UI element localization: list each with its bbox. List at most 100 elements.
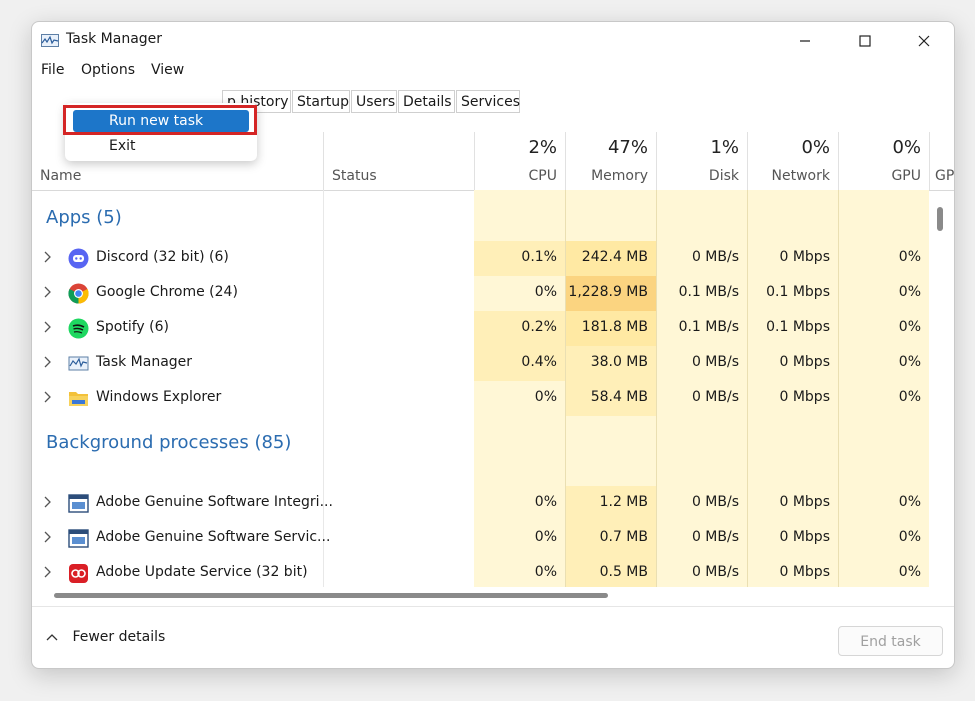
process-network: 0.1 Mbps [766,284,830,300]
process-network: 0 Mbps [779,354,830,370]
chevron-right-icon[interactable] [42,390,52,404]
chevron-right-icon[interactable] [42,530,52,544]
cpu-label: CPU [528,168,557,184]
memory-total: 47% [607,137,648,158]
process-disk: 0 MB/s [691,249,739,265]
process-name: Discord (32 bit) (6) [96,249,229,265]
process-disk: 0 MB/s [691,389,739,405]
process-network: 0 Mbps [779,494,830,510]
folder-icon [68,388,89,409]
column-gpu[interactable]: 0% GPU [838,132,929,190]
maximize-icon [859,35,871,47]
chevron-right-icon[interactable] [42,495,52,509]
app-window-icon [68,493,89,514]
column-disk[interactable]: 1% Disk [656,132,747,190]
process-network: 0 Mbps [779,529,830,545]
column-cpu[interactable]: 2% CPU [474,132,565,190]
process-name: Windows Explorer [96,389,222,405]
process-name: Task Manager [96,354,193,370]
process-row[interactable]: Google Chrome (24) 0% 1,228.9 MB 0.1 MB/s 0.… [32,276,930,311]
process-row[interactable]: Adobe Genuine Software Servic... 0% 0.7 MB… [32,521,930,556]
process-cpu: 0% [534,284,557,300]
column-memory[interactable]: 47% Memory [565,132,656,190]
maximize-button[interactable] [835,22,895,60]
process-name: Spotify (6) [96,319,169,335]
process-gpu: 0% [898,319,921,335]
close-icon [918,35,930,47]
minimize-icon [800,40,810,42]
adobe-cc-icon [68,563,89,584]
process-cpu: 0% [534,494,557,510]
tab-details[interactable]: Details [398,90,455,113]
process-gpu: 0% [898,284,921,300]
chevron-right-icon[interactable] [42,355,52,369]
process-network: 0 Mbps [779,564,830,580]
tab-services[interactable]: Services [456,90,520,113]
tab-users[interactable]: Users [351,90,397,113]
task-manager-icon [41,34,59,47]
group-apps-title: Apps (5) [46,207,122,228]
menu-options[interactable]: Options [81,62,135,78]
cpu-total: 2% [528,137,557,158]
tab-startup[interactable]: Startup [292,90,350,113]
gpu-engine-label: GP [935,168,955,184]
close-button[interactable] [894,22,954,60]
menu-item-exit[interactable]: Exit [73,135,249,157]
process-name: Adobe Genuine Software Integri... [96,494,333,510]
process-memory: 181.8 MB [581,319,648,335]
footer: Fewer details End task [32,606,954,668]
process-name: Adobe Genuine Software Servic... [96,529,331,545]
process-network: 0 Mbps [779,389,830,405]
end-task-button[interactable]: End task [838,626,943,656]
process-gpu: 0% [898,564,921,580]
column-name[interactable]: Name [40,168,81,184]
process-row[interactable]: Discord (32 bit) (6) 0.1% 242.4 MB 0 MB/s 0 … [32,241,930,276]
process-disk: 0.1 MB/s [678,284,739,300]
process-disk: 0 MB/s [691,494,739,510]
gpu-total: 0% [892,137,921,158]
process-row[interactable]: Windows Explorer 0% 58.4 MB 0 MB/s 0 Mbps 0% [32,381,930,416]
chrome-icon [68,283,89,304]
process-row[interactable]: Task Manager 0.4% 38.0 MB 0 MB/s 0 Mbps 0% [32,346,930,381]
disk-label: Disk [708,168,739,184]
process-memory: 1,228.9 MB [568,284,648,300]
process-network: 0 Mbps [779,249,830,265]
process-row[interactable]: Spotify (6) 0.2% 181.8 MB 0.1 MB/s 0.1 Mbps 0… [32,311,930,346]
network-label: Network [771,168,830,184]
network-total: 0% [801,137,830,158]
column-gpu-engine[interactable]: GP [929,132,955,190]
process-row[interactable]: Adobe Update Service (32 bit) 0% 0.5 MB 0 M… [32,556,930,587]
process-cpu: 0.4% [521,354,557,370]
process-row[interactable]: Adobe Genuine Software Integri... 0% 1.2 M… [32,486,930,521]
group-background-title: Background processes (85) [46,432,292,453]
menu-view[interactable]: View [151,62,184,78]
process-cpu: 0.2% [521,319,557,335]
menu-bar: File Options View [32,60,954,84]
chevron-right-icon[interactable] [42,285,52,299]
chevron-up-icon [46,634,58,641]
app-window-icon [68,528,89,549]
process-disk: 0 MB/s [691,354,739,370]
fewer-details-label: Fewer details [72,629,166,645]
process-gpu: 0% [898,354,921,370]
column-network[interactable]: 0% Network [747,132,838,190]
process-disk: 0.1 MB/s [678,319,739,335]
memory-label: Memory [591,168,648,184]
process-name: Adobe Update Service (32 bit) [96,564,308,580]
chevron-right-icon[interactable] [42,250,52,264]
process-list: Apps (5) Discord (32 bit) (6) 0.1% 242.4 M… [32,190,930,587]
menu-file[interactable]: File [41,62,64,78]
horizontal-scrollbar-thumb[interactable] [54,593,608,598]
chevron-right-icon[interactable] [42,320,52,334]
process-disk: 0 MB/s [691,564,739,580]
chevron-right-icon[interactable] [42,565,52,579]
process-memory: 1.2 MB [599,494,648,510]
fewer-details-toggle[interactable]: Fewer details [46,629,165,645]
process-memory: 0.5 MB [599,564,648,580]
process-gpu: 0% [898,249,921,265]
disk-total: 1% [710,137,739,158]
window-title: Task Manager [66,31,163,47]
vertical-scrollbar-thumb[interactable] [937,207,943,231]
column-status[interactable]: Status [332,168,377,184]
minimize-button[interactable] [775,22,835,60]
